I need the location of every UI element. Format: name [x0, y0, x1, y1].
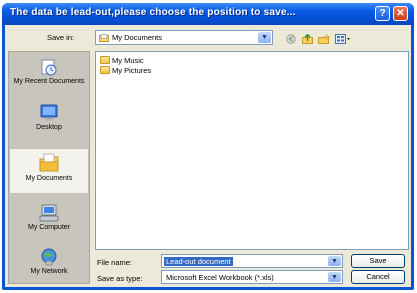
save-as-type-label: Save as type: [97, 274, 143, 283]
help-button[interactable]: ? [375, 6, 390, 21]
file-name: My Music [112, 56, 144, 65]
my-documents-icon [38, 153, 60, 175]
save-as-type-value: Microsoft Excel Workbook (*.xls) [166, 273, 274, 282]
list-item[interactable]: My Pictures [100, 66, 151, 76]
place-label: My Documents [25, 175, 73, 182]
my-computer-icon [39, 204, 59, 224]
chevron-down-icon[interactable]: ▼ [258, 32, 271, 43]
my-network-icon [39, 248, 59, 268]
save-in-dropdown[interactable]: My Documents ▼ [95, 30, 273, 45]
dialog-body: Save in: My Documents ▼ My Recent Docume… [5, 25, 411, 287]
file-name-label: File name: [97, 258, 133, 267]
desktop-icon [39, 104, 59, 124]
place-desktop[interactable]: Desktop [9, 104, 89, 132]
save-in-label: Save in: [47, 33, 75, 42]
folder-icon [100, 56, 110, 64]
views-menu-icon[interactable] [335, 34, 351, 46]
list-item[interactable]: My Music [100, 56, 144, 66]
recent-documents-icon [39, 59, 59, 78]
place-my-recent-documents[interactable]: My Recent Documents [9, 58, 89, 86]
file-name-input[interactable]: Lead-out document ▼ [161, 254, 343, 268]
my-documents-small-icon [99, 34, 109, 44]
places-bar: My Recent Documents Desktop My Documents… [8, 51, 90, 284]
place-my-documents[interactable]: My Documents [9, 148, 89, 194]
close-button[interactable]: ✕ [393, 6, 408, 21]
save-dialog: The data be lead-out,please choose the p… [2, 3, 414, 290]
file-name-value: Lead-out document [164, 257, 233, 266]
chevron-down-icon[interactable]: ▼ [328, 272, 341, 282]
place-label: My Network [30, 268, 68, 275]
save-button[interactable]: Save [351, 254, 405, 268]
save-as-type-dropdown[interactable]: Microsoft Excel Workbook (*.xls) ▼ [161, 270, 343, 284]
place-label: My Computer [27, 224, 70, 231]
save-in-value: My Documents [112, 33, 163, 42]
file-name: My Pictures [112, 66, 152, 75]
place-label: Desktop [36, 124, 62, 131]
new-folder-icon[interactable] [318, 33, 331, 46]
back-icon[interactable] [286, 34, 296, 46]
up-folder-icon[interactable] [302, 33, 313, 46]
place-my-computer[interactable]: My Computer [9, 204, 89, 232]
place-my-network[interactable]: My Network [9, 248, 89, 276]
chevron-down-icon[interactable]: ▼ [328, 256, 341, 266]
file-list[interactable]: My Music My Pictures [95, 51, 409, 250]
cancel-button[interactable]: Cancel [351, 270, 405, 284]
dialog-title: The data be lead-out,please choose the p… [10, 7, 296, 18]
place-label: My Recent Documents [13, 78, 85, 85]
title-bar[interactable]: The data be lead-out,please choose the p… [2, 3, 414, 25]
folder-icon [100, 66, 110, 74]
